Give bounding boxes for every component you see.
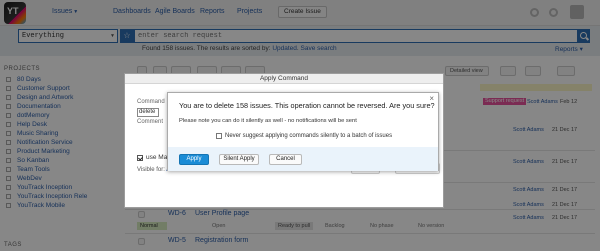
confirm-footer: Apply Silent Apply Cancel	[168, 147, 438, 171]
checkbox-unchecked[interactable]	[216, 133, 222, 139]
confirm-message: You are to delete 158 issues. This opera…	[179, 101, 435, 110]
command-label: Command	[137, 99, 165, 105]
delete-confirm-dialog: × You are to delete 158 issues. This ope…	[167, 92, 439, 171]
confirm-cancel-button[interactable]: Cancel	[269, 154, 302, 165]
visible-for-label: Visible for:	[137, 167, 165, 173]
never-suggest-checkbox[interactable]: Never suggest applying commands silently…	[216, 133, 392, 139]
comment-label: Comment	[137, 119, 164, 125]
confirm-silent-apply-button[interactable]: Silent Apply	[219, 154, 259, 165]
command-input[interactable]: delete	[137, 108, 159, 117]
apply-command-title: Apply Command	[125, 74, 443, 84]
confirm-apply-button[interactable]: Apply	[179, 154, 209, 165]
checkbox-checked[interactable]	[137, 154, 143, 161]
never-suggest-label: Never suggest applying commands silently…	[225, 133, 393, 139]
confirm-note: Please note you can do it silently as we…	[179, 118, 357, 124]
